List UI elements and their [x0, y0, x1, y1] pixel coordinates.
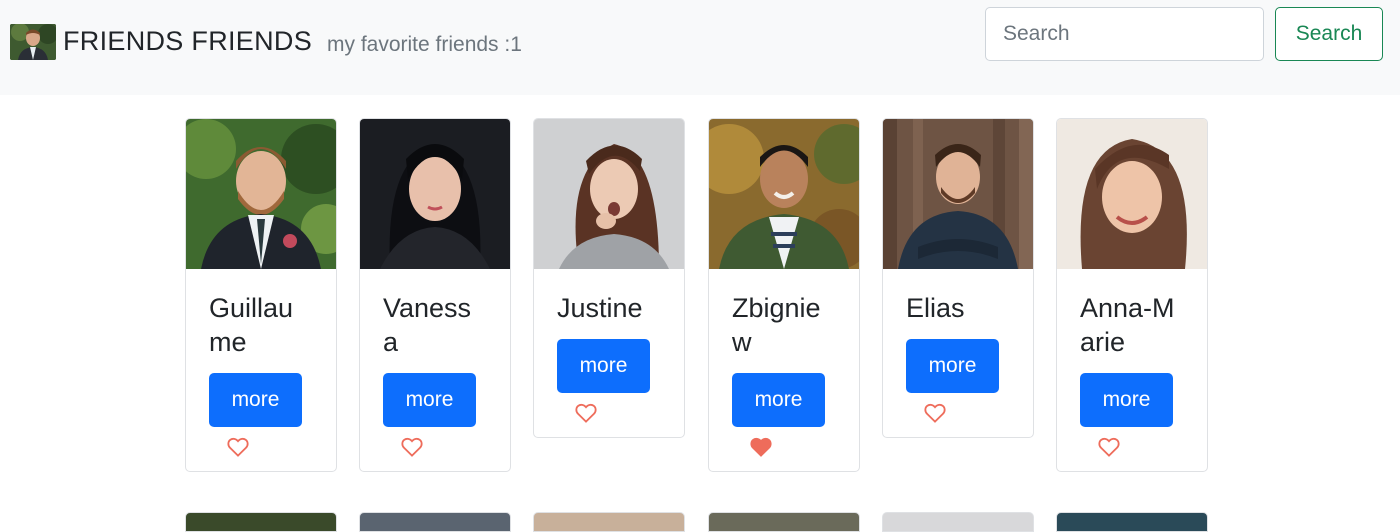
- friend-name: Vanessa: [383, 293, 472, 357]
- friend-card: Vanessa more: [359, 118, 511, 472]
- friend-name: Justine: [557, 293, 643, 323]
- more-button[interactable]: more: [1080, 373, 1173, 427]
- friend-card: Zbigniew more: [708, 118, 860, 472]
- friend-card: Justine more: [533, 118, 685, 438]
- brand-logo[interactable]: [10, 24, 56, 60]
- friend-card-partial: [1056, 512, 1208, 532]
- friend-photo: [186, 119, 336, 269]
- friend-photo: [360, 119, 510, 269]
- friend-card: Anna-Marie more: [1056, 118, 1208, 472]
- search-button[interactable]: Search: [1275, 7, 1383, 61]
- friend-name: Elias: [906, 293, 965, 323]
- friend-photo: [534, 119, 684, 269]
- friend-card-partial: [359, 512, 511, 532]
- heart-icon[interactable]: [924, 403, 946, 423]
- search-input[interactable]: [985, 7, 1264, 61]
- heart-icon[interactable]: [575, 403, 597, 423]
- heart-icon[interactable]: [227, 437, 249, 457]
- friend-card-partial: [185, 512, 337, 532]
- brand-title[interactable]: FRIENDS FRIENDS: [63, 26, 312, 57]
- heart-filled-icon[interactable]: [750, 437, 772, 457]
- friend-card: Elias more: [882, 118, 1034, 438]
- friend-card-partial: [882, 512, 1034, 532]
- friend-photo: [1057, 119, 1207, 269]
- heart-icon[interactable]: [1098, 437, 1120, 457]
- friend-card: Guillaume more: [185, 118, 337, 472]
- navbar: FRIENDS FRIENDS my favorite friends :1 S…: [0, 0, 1400, 95]
- more-button[interactable]: more: [906, 339, 999, 393]
- friend-card-partial: [708, 512, 860, 532]
- heart-icon[interactable]: [401, 437, 423, 457]
- friend-photo: [883, 119, 1033, 269]
- more-button[interactable]: more: [209, 373, 302, 427]
- more-button[interactable]: more: [732, 373, 825, 427]
- friend-photo: [709, 119, 859, 269]
- friend-name: Zbigniew: [732, 293, 821, 357]
- friend-card-partial: [533, 512, 685, 532]
- friend-name: Guillaume: [209, 293, 294, 357]
- friend-name: Anna-Marie: [1080, 293, 1175, 357]
- favorites-count: my favorite friends :1: [327, 33, 522, 56]
- more-button[interactable]: more: [383, 373, 476, 427]
- more-button[interactable]: more: [557, 339, 650, 393]
